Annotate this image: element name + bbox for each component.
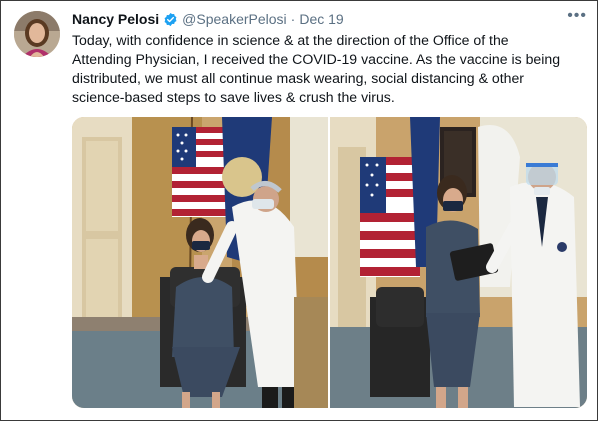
media-grid xyxy=(72,117,587,408)
separator-dot: · xyxy=(290,11,296,27)
tweet-card[interactable]: Nancy Pelosi @SpeakerPelosi · Dec 19 •••… xyxy=(0,0,598,421)
tweet-date[interactable]: Dec 19 xyxy=(299,11,343,27)
tweet-header: Nancy Pelosi @SpeakerPelosi · Dec 19 xyxy=(72,9,587,29)
avatar[interactable] xyxy=(14,11,60,57)
more-options-icon[interactable]: ••• xyxy=(567,7,587,25)
author-name[interactable]: Nancy Pelosi xyxy=(72,11,159,27)
verified-badge-icon xyxy=(163,12,178,27)
author-handle[interactable]: @SpeakerPelosi xyxy=(182,11,287,27)
tweet-text: Today, with confidence in science & at t… xyxy=(72,32,561,105)
tweet-photo-1[interactable] xyxy=(72,117,328,408)
tweet-photo-2[interactable] xyxy=(330,117,587,408)
